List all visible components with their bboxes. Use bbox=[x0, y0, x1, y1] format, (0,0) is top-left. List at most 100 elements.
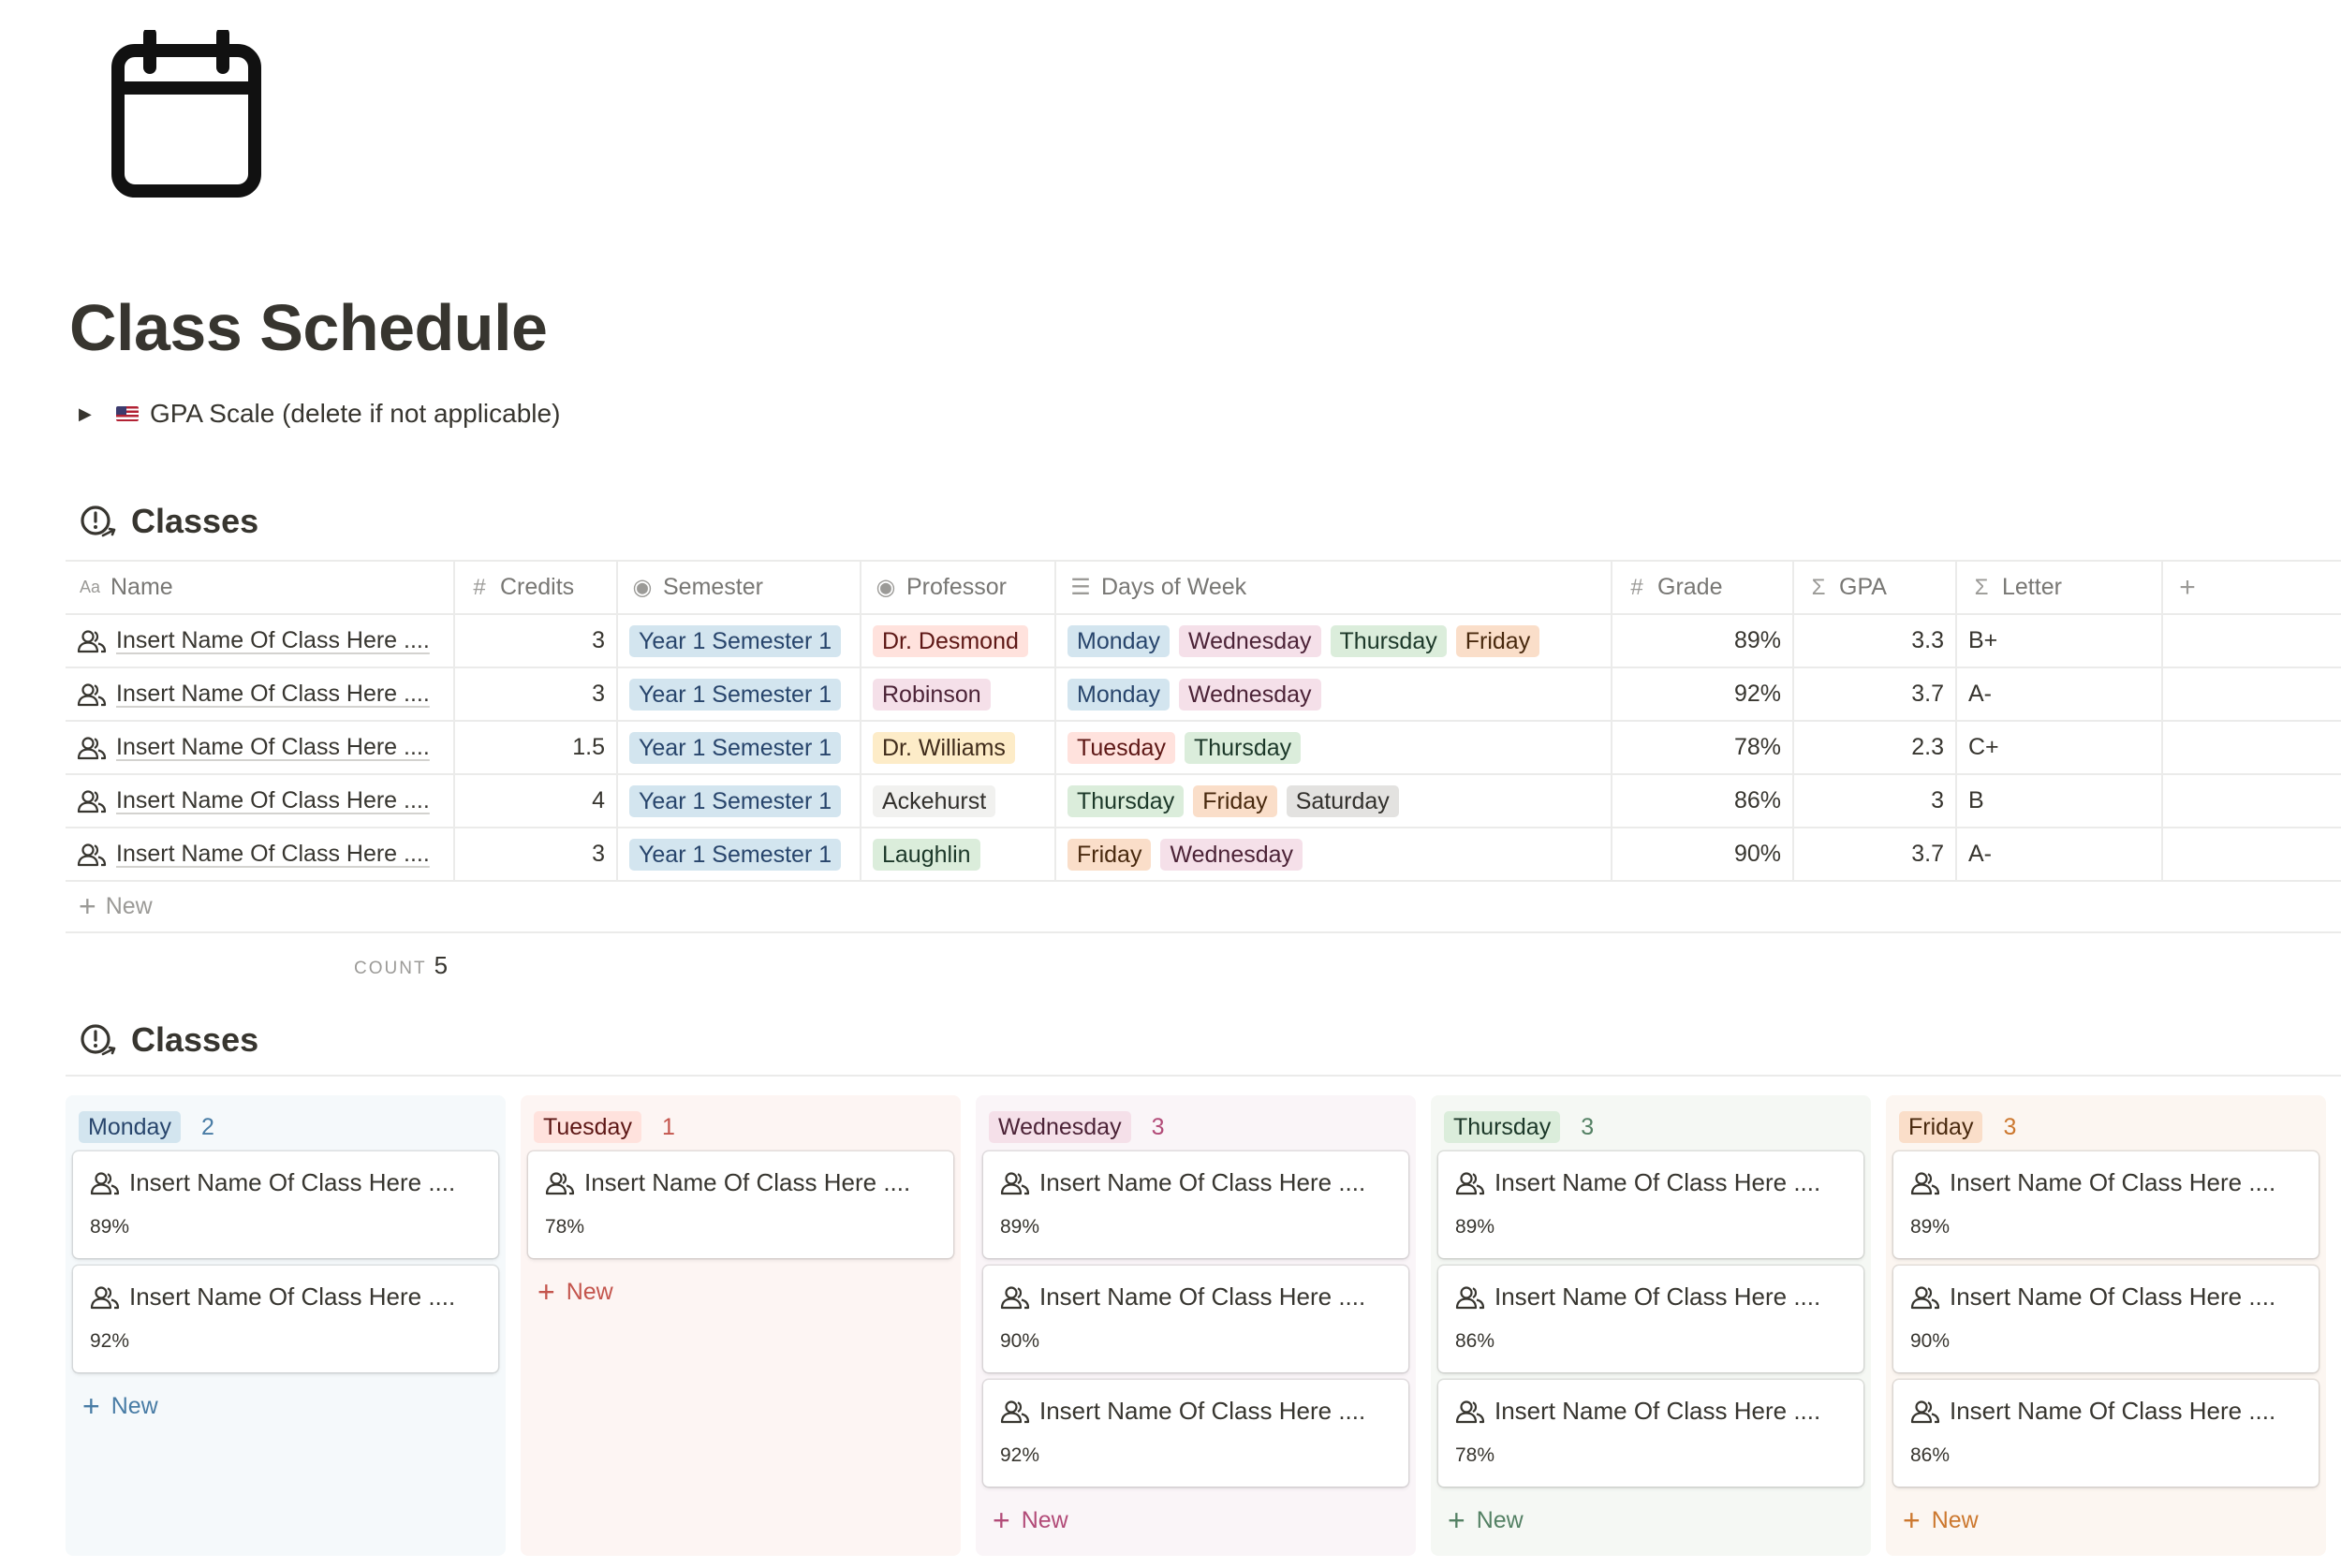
board-card[interactable]: Insert Name Of Class Here .... 78% bbox=[528, 1151, 953, 1258]
days-cell[interactable]: Thursday Friday Saturday bbox=[1056, 775, 1612, 827]
semester-tag: Year 1 Semester 1 bbox=[629, 838, 842, 871]
credits-value: 1.5 bbox=[572, 734, 605, 760]
column-new-button[interactable]: + New bbox=[983, 1494, 1408, 1546]
semester-cell[interactable]: Year 1 Semester 1 bbox=[618, 668, 861, 720]
grade-cell[interactable]: 89% bbox=[1612, 615, 1794, 667]
semester-cell[interactable]: Year 1 Semester 1 bbox=[618, 722, 861, 773]
column-new-button[interactable]: + New bbox=[528, 1266, 953, 1318]
professor-tag: Robinson bbox=[873, 678, 991, 711]
letter-cell[interactable]: B bbox=[1957, 775, 2163, 827]
professor-cell[interactable]: Robinson bbox=[861, 668, 1056, 720]
class-name-cell[interactable]: Insert Name Of Class Here .... bbox=[66, 722, 455, 773]
column-header-credits[interactable]: # Credits bbox=[455, 562, 618, 613]
gpa-cell[interactable]: 3.3 bbox=[1794, 615, 1957, 667]
professor-cell[interactable]: Dr. Williams bbox=[861, 722, 1056, 773]
table-row[interactable]: Insert Name Of Class Here .... 3 Year 1 Se… bbox=[66, 828, 2341, 882]
table-row[interactable]: Insert Name Of Class Here .... 3 Year 1 Se… bbox=[66, 668, 2341, 722]
board-card[interactable]: Insert Name Of Class Here .... 89% bbox=[73, 1151, 498, 1258]
gpa-cell[interactable]: 3.7 bbox=[1794, 828, 1957, 880]
grade-value: 92% bbox=[1733, 681, 1781, 707]
count-aggregation[interactable]: COUNT 5 bbox=[354, 951, 448, 980]
column-header-professor[interactable]: ◉ Professor bbox=[861, 562, 1056, 613]
board-view-header[interactable]: Classes bbox=[79, 1020, 258, 1060]
letter-value: A- bbox=[1968, 681, 1992, 707]
board-column-header[interactable]: Thursday 3 bbox=[1438, 1103, 1863, 1151]
column-header-letter[interactable]: Σ Letter bbox=[1957, 562, 2163, 613]
professor-cell[interactable]: Ackehurst bbox=[861, 775, 1056, 827]
toggle-triangle-icon[interactable]: ▶ bbox=[79, 404, 116, 424]
letter-cell[interactable]: C+ bbox=[1957, 722, 2163, 773]
credits-cell[interactable]: 3 bbox=[455, 828, 618, 880]
board-card[interactable]: Insert Name Of Class Here .... 86% bbox=[1893, 1380, 2319, 1487]
column-header-days[interactable]: ☰ Days of Week bbox=[1056, 562, 1612, 613]
add-property-button[interactable]: + bbox=[2163, 562, 2341, 613]
board-card[interactable]: Insert Name Of Class Here .... 90% bbox=[1893, 1266, 2319, 1372]
board-column-header[interactable]: Monday 2 bbox=[73, 1103, 498, 1151]
board-card[interactable]: Insert Name Of Class Here .... 78% bbox=[1438, 1380, 1863, 1487]
table-row[interactable]: Insert Name Of Class Here .... 1.5 Year 1 … bbox=[66, 722, 2341, 775]
professor-cell[interactable]: Laughlin bbox=[861, 828, 1056, 880]
letter-cell[interactable]: A- bbox=[1957, 828, 2163, 880]
gpa-scale-toggle[interactable]: ▶ GPA Scale (delete if not applicable) bbox=[79, 397, 560, 431]
semester-cell[interactable]: Year 1 Semester 1 bbox=[618, 775, 861, 827]
grade-cell[interactable]: 78% bbox=[1612, 722, 1794, 773]
table-new-row-button[interactable]: + New bbox=[66, 882, 2341, 933]
column-group-tag: Thursday bbox=[1444, 1111, 1561, 1143]
board-card[interactable]: Insert Name Of Class Here .... 92% bbox=[983, 1380, 1408, 1487]
board-card[interactable]: Insert Name Of Class Here .... 90% bbox=[983, 1266, 1408, 1372]
grade-cell[interactable]: 90% bbox=[1612, 828, 1794, 880]
calendar-icon[interactable] bbox=[109, 30, 264, 198]
page-title[interactable]: Class Schedule bbox=[69, 290, 548, 365]
board-column-header[interactable]: Friday 3 bbox=[1893, 1103, 2319, 1151]
days-cell[interactable]: Monday Wednesday bbox=[1056, 668, 1612, 720]
column-header-gpa[interactable]: Σ GPA bbox=[1794, 562, 1957, 613]
board-card[interactable]: Insert Name Of Class Here .... 89% bbox=[1893, 1151, 2319, 1258]
column-header-grade[interactable]: # Grade bbox=[1612, 562, 1794, 613]
column-new-button[interactable]: + New bbox=[73, 1380, 498, 1432]
column-header-name[interactable]: Aa Name bbox=[66, 562, 455, 613]
plus-icon: + bbox=[2179, 571, 2196, 603]
column-count: 1 bbox=[661, 1113, 675, 1140]
table-row[interactable]: Insert Name Of Class Here .... 4 Year 1 Se… bbox=[66, 775, 2341, 828]
professor-cell[interactable]: Dr. Desmond bbox=[861, 615, 1056, 667]
days-cell[interactable]: Tuesday Thursday bbox=[1056, 722, 1612, 773]
grade-cell[interactable]: 92% bbox=[1612, 668, 1794, 720]
class-name-cell[interactable]: Insert Name Of Class Here .... bbox=[66, 668, 455, 720]
semester-cell[interactable]: Year 1 Semester 1 bbox=[618, 615, 861, 667]
card-title: Insert Name Of Class Here .... bbox=[1039, 1282, 1366, 1311]
credits-cell[interactable]: 1.5 bbox=[455, 722, 618, 773]
select-property-icon: ◉ bbox=[876, 575, 896, 600]
table-view-header[interactable]: Classes bbox=[79, 502, 258, 541]
credits-cell[interactable]: 4 bbox=[455, 775, 618, 827]
column-new-button[interactable]: + New bbox=[1438, 1494, 1863, 1546]
grade-cell[interactable]: 86% bbox=[1612, 775, 1794, 827]
credits-cell[interactable]: 3 bbox=[455, 615, 618, 667]
column-header-semester[interactable]: ◉ Semester bbox=[618, 562, 861, 613]
days-cell[interactable]: Friday Wednesday bbox=[1056, 828, 1612, 880]
people-icon bbox=[1910, 1171, 1940, 1194]
gpa-cell[interactable]: 3 bbox=[1794, 775, 1957, 827]
board-column-header[interactable]: Wednesday 3 bbox=[983, 1103, 1408, 1151]
gpa-cell[interactable]: 2.3 bbox=[1794, 722, 1957, 773]
letter-cell[interactable]: A- bbox=[1957, 668, 2163, 720]
column-new-button[interactable]: + New bbox=[1893, 1494, 2319, 1546]
board-card[interactable]: Insert Name Of Class Here .... 86% bbox=[1438, 1266, 1863, 1372]
gpa-cell[interactable]: 3.7 bbox=[1794, 668, 1957, 720]
class-name-cell[interactable]: Insert Name Of Class Here .... bbox=[66, 828, 455, 880]
semester-cell[interactable]: Year 1 Semester 1 bbox=[618, 828, 861, 880]
table-row[interactable]: Insert Name Of Class Here .... 3 Year 1 Se… bbox=[66, 615, 2341, 668]
days-cell[interactable]: Monday Wednesday Thursday Friday bbox=[1056, 615, 1612, 667]
board-card[interactable]: Insert Name Of Class Here .... 89% bbox=[983, 1151, 1408, 1258]
board-card[interactable]: Insert Name Of Class Here .... 92% bbox=[73, 1266, 498, 1372]
board-card[interactable]: Insert Name Of Class Here .... 89% bbox=[1438, 1151, 1863, 1258]
credits-cell[interactable]: 3 bbox=[455, 668, 618, 720]
class-name-cell[interactable]: Insert Name Of Class Here .... bbox=[66, 615, 455, 667]
number-property-icon: # bbox=[1630, 574, 1643, 600]
card-title: Insert Name Of Class Here .... bbox=[1039, 1168, 1366, 1196]
class-name-cell[interactable]: Insert Name Of Class Here .... bbox=[66, 775, 455, 827]
day-tag: Friday bbox=[1455, 624, 1540, 657]
formula-property-icon: Σ bbox=[1974, 574, 1989, 600]
board-column-header[interactable]: Tuesday 1 bbox=[528, 1103, 953, 1151]
card-grade: 78% bbox=[1455, 1444, 1495, 1466]
letter-cell[interactable]: B+ bbox=[1957, 615, 2163, 667]
